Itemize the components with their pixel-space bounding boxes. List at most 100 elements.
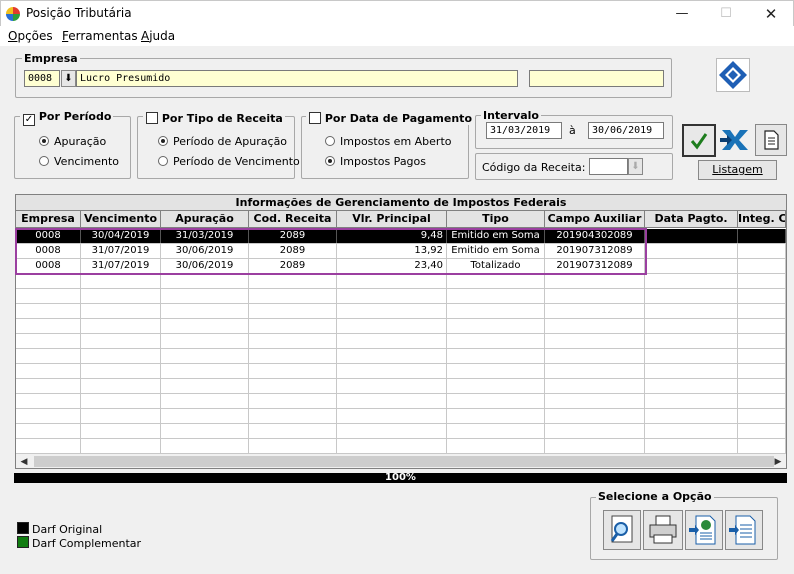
empresa-extra-field[interactable] bbox=[529, 70, 664, 87]
file-export-button[interactable] bbox=[725, 510, 763, 550]
codigo-receita-lookup-button[interactable]: ⬇ bbox=[628, 158, 643, 175]
table-row[interactable]: 0008 31/07/2019 30/06/2019 2089 13,92 Emitido… bbox=[16, 244, 786, 259]
column-header[interactable]: Data Pagto. bbox=[645, 211, 738, 227]
table-cell bbox=[645, 229, 738, 243]
radio-vencimento[interactable] bbox=[39, 156, 49, 166]
printer-icon bbox=[649, 515, 677, 544]
table-row[interactable] bbox=[16, 289, 786, 304]
radio-impostos-aberto[interactable] bbox=[325, 136, 335, 146]
table-cell: 23,40 bbox=[337, 259, 447, 273]
column-header[interactable]: Empresa bbox=[16, 211, 81, 227]
table-cell bbox=[161, 394, 249, 408]
horizontal-scrollbar[interactable]: ◀ ▶ bbox=[16, 453, 786, 468]
table-cell bbox=[337, 289, 447, 303]
menu-ferramentas[interactable]: Ferramentas bbox=[62, 29, 138, 43]
column-header[interactable]: Campo Auxiliar bbox=[545, 211, 645, 227]
title-bar: Posição Tributária — ☐ ✕ bbox=[0, 0, 794, 26]
confirm-button[interactable] bbox=[682, 124, 716, 157]
column-header[interactable]: Integ. C bbox=[738, 211, 786, 227]
table-cell bbox=[645, 259, 738, 273]
listagem-button[interactable]: Listagem bbox=[698, 160, 777, 180]
table-row[interactable] bbox=[16, 439, 786, 454]
radio-impostos-pagos-label: Impostos Pagos bbox=[340, 155, 426, 168]
table-row[interactable] bbox=[16, 334, 786, 349]
maximize-button[interactable]: ☐ bbox=[703, 1, 749, 27]
minimize-button[interactable]: — bbox=[659, 1, 705, 27]
radio-periodo-apuracao[interactable] bbox=[158, 136, 168, 146]
table-cell bbox=[16, 394, 81, 408]
radio-impostos-aberto-label: Impostos em Aberto bbox=[340, 135, 452, 148]
empresa-code-field[interactable]: 0008 bbox=[24, 70, 60, 87]
preview-button[interactable] bbox=[603, 510, 641, 550]
table-cell bbox=[16, 439, 81, 453]
excel-export-button[interactable] bbox=[718, 124, 752, 156]
menu-ajuda[interactable]: Ajuda bbox=[141, 29, 175, 43]
progress-bar: 100% bbox=[14, 473, 787, 483]
table-cell bbox=[337, 394, 447, 408]
radio-periodo-vencimento[interactable] bbox=[158, 156, 168, 166]
column-header[interactable]: Cod. Receita bbox=[249, 211, 337, 227]
empresa-lookup-button[interactable]: ⬇ bbox=[61, 70, 76, 87]
por-data-pagamento-checkbox[interactable] bbox=[309, 112, 321, 124]
radio-apuracao[interactable] bbox=[39, 136, 49, 146]
table-cell bbox=[161, 364, 249, 378]
document-button[interactable] bbox=[755, 124, 787, 156]
table-row[interactable] bbox=[16, 379, 786, 394]
por-periodo-checkbox[interactable]: ✓ bbox=[23, 114, 35, 126]
intervalo-separator: à bbox=[569, 124, 576, 137]
check-icon bbox=[690, 133, 708, 150]
table-cell: 9,48 bbox=[337, 229, 447, 243]
table-cell bbox=[645, 274, 738, 288]
table-cell bbox=[447, 379, 545, 393]
column-header[interactable]: Vlr. Principal bbox=[337, 211, 447, 227]
legend-darf-complementar-label: Darf Complementar bbox=[32, 537, 142, 550]
menu-ajuda-label: juda bbox=[149, 29, 176, 43]
table-row[interactable] bbox=[16, 274, 786, 289]
close-button[interactable]: ✕ bbox=[748, 1, 794, 27]
table-row[interactable] bbox=[16, 304, 786, 319]
table-row[interactable] bbox=[16, 364, 786, 379]
scroll-right-icon[interactable]: ▶ bbox=[770, 454, 786, 468]
column-header[interactable]: Tipo bbox=[447, 211, 545, 227]
intervalo-title: Intervalo bbox=[481, 109, 541, 122]
listagem-button-label: Listagem bbox=[712, 163, 763, 176]
table-cell bbox=[738, 394, 786, 408]
por-periodo-title: Por Período bbox=[38, 110, 112, 123]
table-cell bbox=[545, 379, 645, 393]
menu-opcoes[interactable]: Opções bbox=[8, 29, 53, 43]
impostos-grid: Informações de Gerenciamento de Impostos… bbox=[15, 194, 787, 469]
radio-impostos-pagos[interactable] bbox=[325, 156, 335, 166]
table-cell bbox=[81, 364, 161, 378]
table-row[interactable]: 0008 30/04/2019 31/03/2019 2089 9,48 Emitido … bbox=[16, 229, 786, 244]
table-cell bbox=[249, 364, 337, 378]
table-cell bbox=[545, 439, 645, 453]
table-cell bbox=[81, 334, 161, 348]
table-cell bbox=[645, 424, 738, 438]
empresa-name-field[interactable]: Lucro Presumido bbox=[76, 70, 518, 87]
intervalo-start-field[interactable]: 31/03/2019 bbox=[486, 122, 562, 139]
table-cell bbox=[161, 334, 249, 348]
table-row[interactable] bbox=[16, 394, 786, 409]
column-header[interactable]: Apuração bbox=[161, 211, 249, 227]
table-cell bbox=[337, 334, 447, 348]
table-row[interactable] bbox=[16, 409, 786, 424]
scroll-thumb[interactable] bbox=[34, 456, 774, 467]
web-export-button[interactable] bbox=[685, 510, 723, 550]
por-tipo-receita-checkbox[interactable] bbox=[146, 112, 158, 124]
table-row[interactable] bbox=[16, 349, 786, 364]
table-cell bbox=[161, 379, 249, 393]
table-row[interactable] bbox=[16, 319, 786, 334]
column-header[interactable]: Vencimento bbox=[81, 211, 161, 227]
radio-vencimento-label: Vencimento bbox=[54, 155, 120, 168]
codigo-receita-field[interactable] bbox=[589, 158, 628, 175]
intervalo-end-field[interactable]: 30/06/2019 bbox=[588, 122, 664, 139]
table-cell bbox=[81, 304, 161, 318]
table-row[interactable] bbox=[16, 424, 786, 439]
scroll-left-icon[interactable]: ◀ bbox=[16, 454, 32, 468]
table-cell bbox=[447, 274, 545, 288]
table-cell bbox=[337, 319, 447, 333]
table-row[interactable]: 0008 31/07/2019 30/06/2019 2089 23,40 Totaliz… bbox=[16, 259, 786, 274]
table-cell bbox=[81, 439, 161, 453]
print-button[interactable] bbox=[643, 510, 683, 550]
table-cell bbox=[249, 409, 337, 423]
